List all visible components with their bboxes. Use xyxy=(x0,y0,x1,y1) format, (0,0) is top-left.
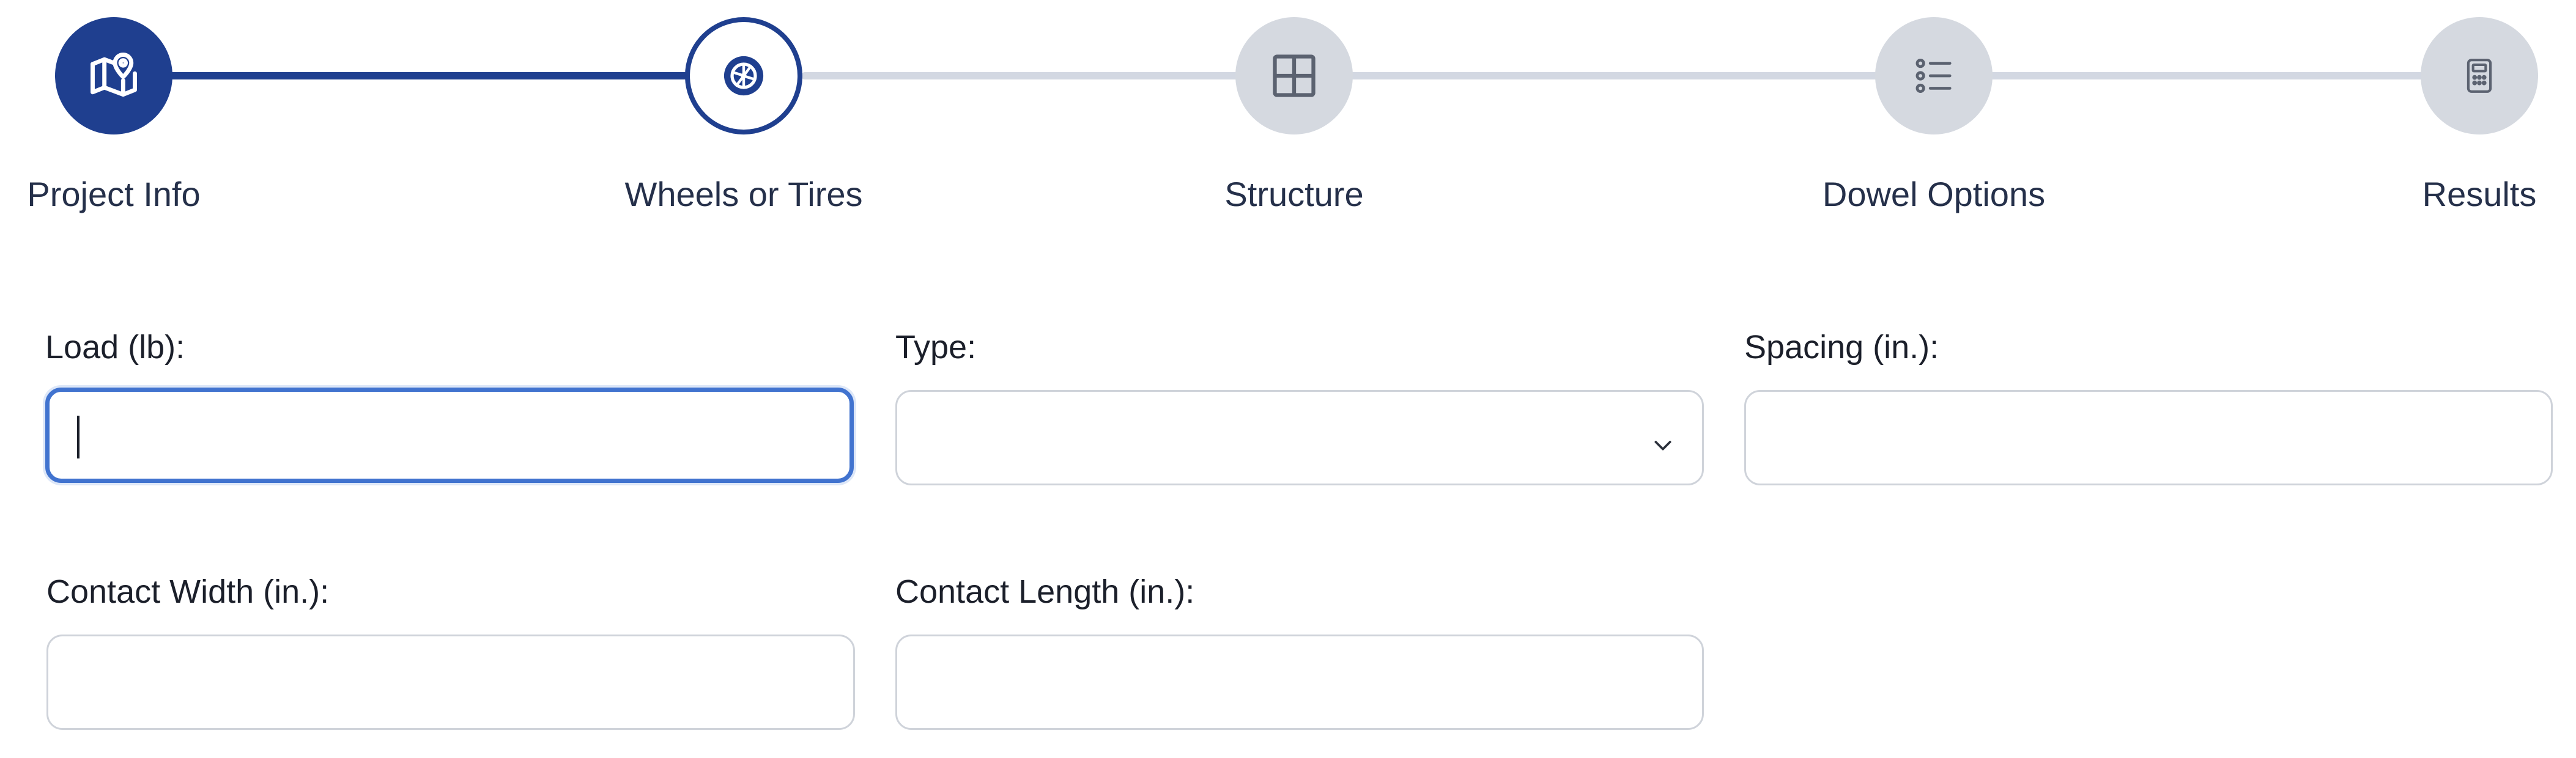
type-select[interactable] xyxy=(895,390,1704,485)
step-structure[interactable]: Structure xyxy=(1111,0,1478,214)
step-project-info[interactable]: Project Info xyxy=(0,0,297,214)
grid-icon xyxy=(1268,50,1320,101)
load-field: Load (lb): xyxy=(45,328,854,483)
list-icon xyxy=(1912,54,1955,97)
progress-stepper: Project Info Wheels or Tires Structure D… xyxy=(0,0,2576,232)
stepper-track-pending xyxy=(801,72,2477,79)
step-results[interactable]: Results xyxy=(2296,0,2576,214)
step-label: Wheels or Tires xyxy=(624,175,863,213)
contact-length-field: Contact Length (in.): xyxy=(895,572,1704,730)
step-circle[interactable] xyxy=(55,17,172,134)
step-label: Project Info xyxy=(27,175,201,213)
step-label: Structure xyxy=(1224,175,1364,213)
step-circle[interactable] xyxy=(1235,17,1353,134)
step-label: Dowel Options xyxy=(1822,175,2046,213)
chevron-down-icon xyxy=(1651,427,1675,465)
text-caret xyxy=(77,416,80,458)
step-dowel-options[interactable]: Dowel Options xyxy=(1750,0,2117,214)
contact-width-input[interactable] xyxy=(46,635,855,730)
wheel-icon xyxy=(722,54,765,97)
calculator-icon xyxy=(2460,57,2498,95)
step-circle[interactable] xyxy=(2421,17,2538,134)
contact-length-label: Contact Length (in.): xyxy=(895,573,1195,610)
step-label: Results xyxy=(2422,175,2537,213)
load-input[interactable] xyxy=(45,388,854,483)
step-wheels-or-tires[interactable]: Wheels or Tires xyxy=(560,0,927,214)
contact-length-input[interactable] xyxy=(895,635,1704,730)
type-field: Type: xyxy=(895,328,1704,485)
spacing-field: Spacing (in.): xyxy=(1744,328,2553,485)
load-label: Load (lb): xyxy=(45,329,185,366)
contact-width-label: Contact Width (in.): xyxy=(46,573,330,610)
spacing-input[interactable] xyxy=(1744,390,2553,485)
step-circle[interactable] xyxy=(685,17,802,134)
type-label: Type: xyxy=(895,329,977,366)
map-pin-icon xyxy=(86,48,142,104)
contact-width-field: Contact Width (in.): xyxy=(46,572,855,730)
spacing-label: Spacing (in.): xyxy=(1744,329,1939,366)
step-circle[interactable] xyxy=(1875,17,1993,134)
